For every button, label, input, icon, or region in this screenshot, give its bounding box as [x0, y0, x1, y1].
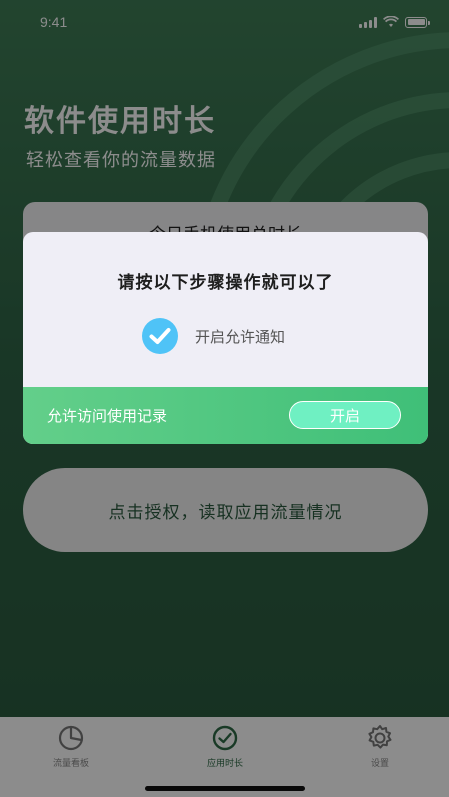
usage-access-row: 允许访问使用记录 开启 [23, 387, 428, 444]
step-label: 开启允许通知 [195, 327, 286, 346]
open-button[interactable]: 开启 [289, 401, 401, 429]
check-circle-icon [142, 318, 178, 354]
permission-dialog: 请按以下步骤操作就可以了 开启允许通知 允许访问使用记录 开启 [23, 232, 428, 444]
usage-access-label: 允许访问使用记录 [47, 407, 168, 425]
dialog-title: 请按以下步骤操作就可以了 [117, 273, 334, 293]
step-enable-notifications: 开启允许通知 [141, 318, 285, 354]
